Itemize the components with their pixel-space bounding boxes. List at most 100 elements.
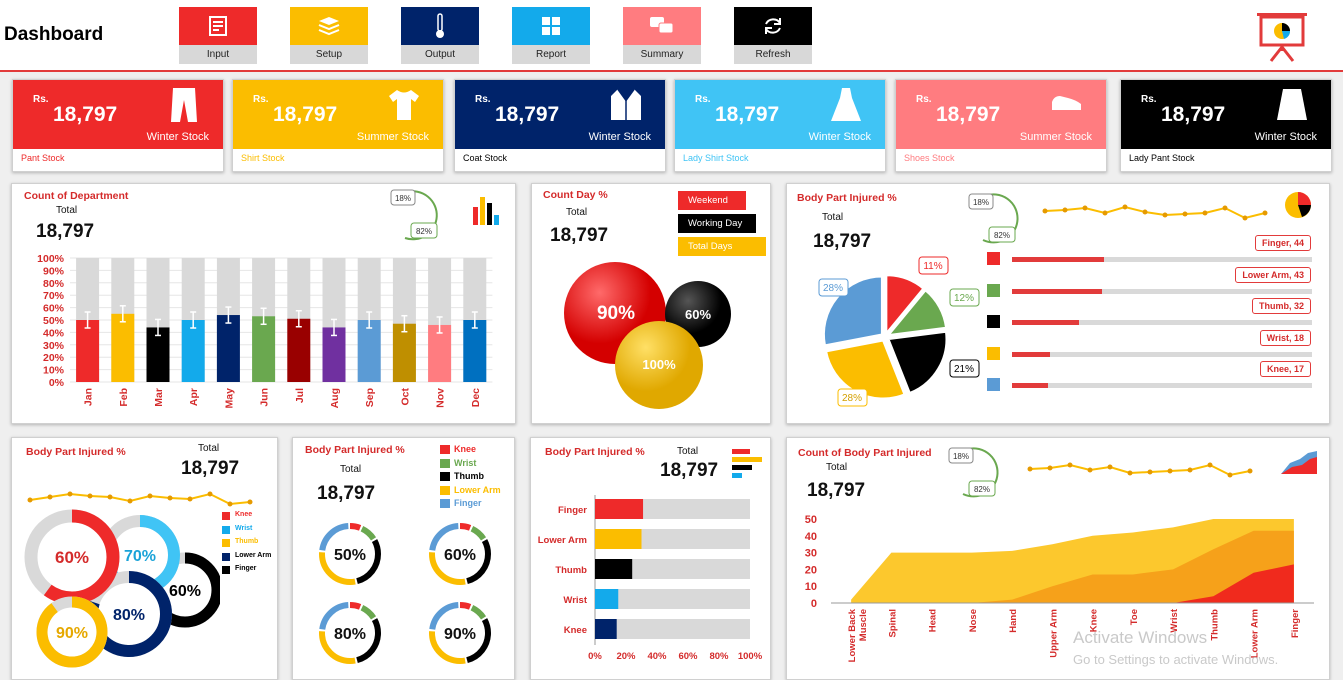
total-value: 18,797 (317, 483, 376, 504)
rings-chart: 60% 70% 80% 60% 90% (24, 509, 220, 668)
gauge-widget: 18% 82% (390, 189, 438, 241)
kpi-footer: Coat Stock (463, 153, 508, 163)
nav-report-button[interactable]: Report (512, 7, 590, 64)
gauge-large-label: 82% (416, 227, 432, 236)
kpi-footer: Pant Stock (21, 153, 65, 163)
legend-label: Thumb (235, 538, 259, 545)
bar-fill (1012, 257, 1104, 262)
x-tick-label: Dec (470, 388, 482, 407)
y-tick-label: 10% (43, 365, 65, 377)
x-tick-label: Jul (294, 388, 306, 403)
bar-fill (1012, 288, 1102, 294)
kpi-band: Rs. 18,797 Winter Stock (13, 80, 223, 149)
legend-swatch (987, 283, 1000, 297)
presentation-chart-icon[interactable] (1253, 9, 1311, 63)
y-tick-label: 100% (37, 253, 65, 265)
x-tick-label: Lower Arm (1250, 609, 1261, 658)
hbar-chart-icon (732, 449, 762, 478)
bar (252, 316, 276, 382)
legend-label: Wrist (235, 524, 253, 532)
kpi-card-3: Rs. 18,797 Winter Stock Lady Shirt Stock (674, 79, 886, 172)
x-tick-label: Lower Back (847, 608, 858, 662)
nav-button-label: Report (512, 45, 590, 64)
legend-swatch (440, 499, 450, 508)
bubble-working-day-label: 60% (685, 307, 711, 322)
pie-label: 12% (954, 293, 974, 304)
kpi-band: Rs. 18,797 Summer Stock (896, 80, 1106, 149)
bar (76, 320, 100, 382)
x-tick-label: Nose (968, 609, 979, 632)
legend-label: Lower Arm (454, 484, 501, 495)
total-value: 18,797 (550, 225, 609, 246)
nav-button-label: Output (401, 45, 479, 64)
ring-label: 90% (56, 625, 88, 642)
legend-swatch (987, 315, 1000, 328)
x-tick-label: Muscle (858, 609, 869, 641)
kpi-footer: Shirt Stock (241, 153, 285, 163)
area-title: Count of Body Part Injured (798, 447, 932, 459)
donuts-title: Body Part Injured % (305, 444, 405, 456)
x-tick-label: Sep (364, 388, 376, 407)
pie-label: 21% (954, 364, 974, 375)
kpi-currency: Rs. (475, 94, 491, 105)
nav-refresh-button[interactable]: Refresh (734, 7, 812, 64)
kpi-currency: Rs. (1141, 94, 1157, 105)
department-title: Count of Department (24, 190, 129, 202)
hbar-category: Finger (558, 505, 587, 516)
bar (287, 318, 311, 382)
kpi-subtitle: Summer Stock (356, 131, 429, 143)
total-value: 18,797 (660, 460, 719, 481)
total-label: Total (198, 443, 220, 454)
kpi-currency: Rs. (33, 94, 49, 105)
bar-label: Finger, 44 (1254, 235, 1311, 251)
rings-title: Body Part Injured % (26, 446, 126, 458)
hbar-category: Lower Arm (538, 535, 587, 546)
pie-chart-icon (1285, 192, 1311, 218)
hbar-title: Body Part Injured % (545, 446, 645, 458)
kpi-value: 18,797 (1161, 103, 1226, 126)
page-title: Dashboard (4, 24, 104, 45)
bar (216, 315, 240, 382)
nav-output-button[interactable]: Output (401, 7, 479, 64)
hbar (595, 499, 644, 519)
kpi-card-5: Rs. 18,797 Winter Stock Lady Pant Stock (1120, 79, 1332, 172)
kpi-card-2: Rs. 18,797 Winter Stock Coat Stock (454, 79, 666, 172)
thermometer-icon (401, 7, 479, 45)
legend-swatch (987, 346, 1000, 360)
ring-label: 80% (113, 607, 145, 624)
nav-input-button[interactable]: Input (179, 7, 257, 64)
legend-swatch (222, 552, 230, 561)
y-tick-label: 40 (805, 531, 817, 543)
pie-label: 28% (842, 393, 862, 404)
kpi-card-4: Rs. 18,797 Summer Stock Shoes Stock (895, 79, 1107, 172)
kpi-footer: Shoes Stock (904, 153, 955, 163)
kpi-value: 18,797 (53, 103, 118, 126)
nav-summary-button[interactable]: Summary (623, 7, 701, 64)
nav-setup-button[interactable]: Setup (290, 7, 368, 64)
legend-swatch (440, 485, 450, 495)
hbar (595, 559, 633, 579)
x-tick-label: Hand (1008, 609, 1019, 633)
body-part-pie-title: Body Part Injured % (797, 192, 897, 204)
coat-icon (611, 88, 641, 120)
bar-label: Lower Arm, 43 (1235, 266, 1311, 283)
total-label: Total (677, 446, 699, 457)
legend-swatch (222, 539, 230, 547)
legend-label: Wrist (454, 457, 477, 468)
department-chart: 0%10%20%30%40%50%60%70%80%90%100% Jan Feb M… (37, 253, 493, 409)
kpi-card-1: Rs. 18,797 Summer Stock Shirt Stock (232, 79, 444, 172)
kpi-band: Rs. 18,797 Summer Stock (233, 80, 443, 149)
kpi-footer: Lady Shirt Stock (683, 153, 749, 163)
x-tick-label: Oct (399, 388, 411, 406)
y-tick-label: 70% (43, 290, 65, 302)
legend-swatch (987, 252, 1000, 265)
y-tick-label: 10 (805, 581, 817, 593)
x-tick-label: Aug (329, 388, 341, 408)
legend-swatch (222, 566, 230, 574)
gauge-small-label: 18% (395, 194, 411, 203)
kpi-card-0: Rs. 18,797 Winter Stock Pant Stock (12, 79, 224, 172)
x-tick-label: May (223, 388, 235, 409)
legend-label: Knee (235, 511, 253, 518)
x-tick-label: Apr (188, 388, 200, 406)
y-tick-label: 30% (43, 340, 65, 352)
